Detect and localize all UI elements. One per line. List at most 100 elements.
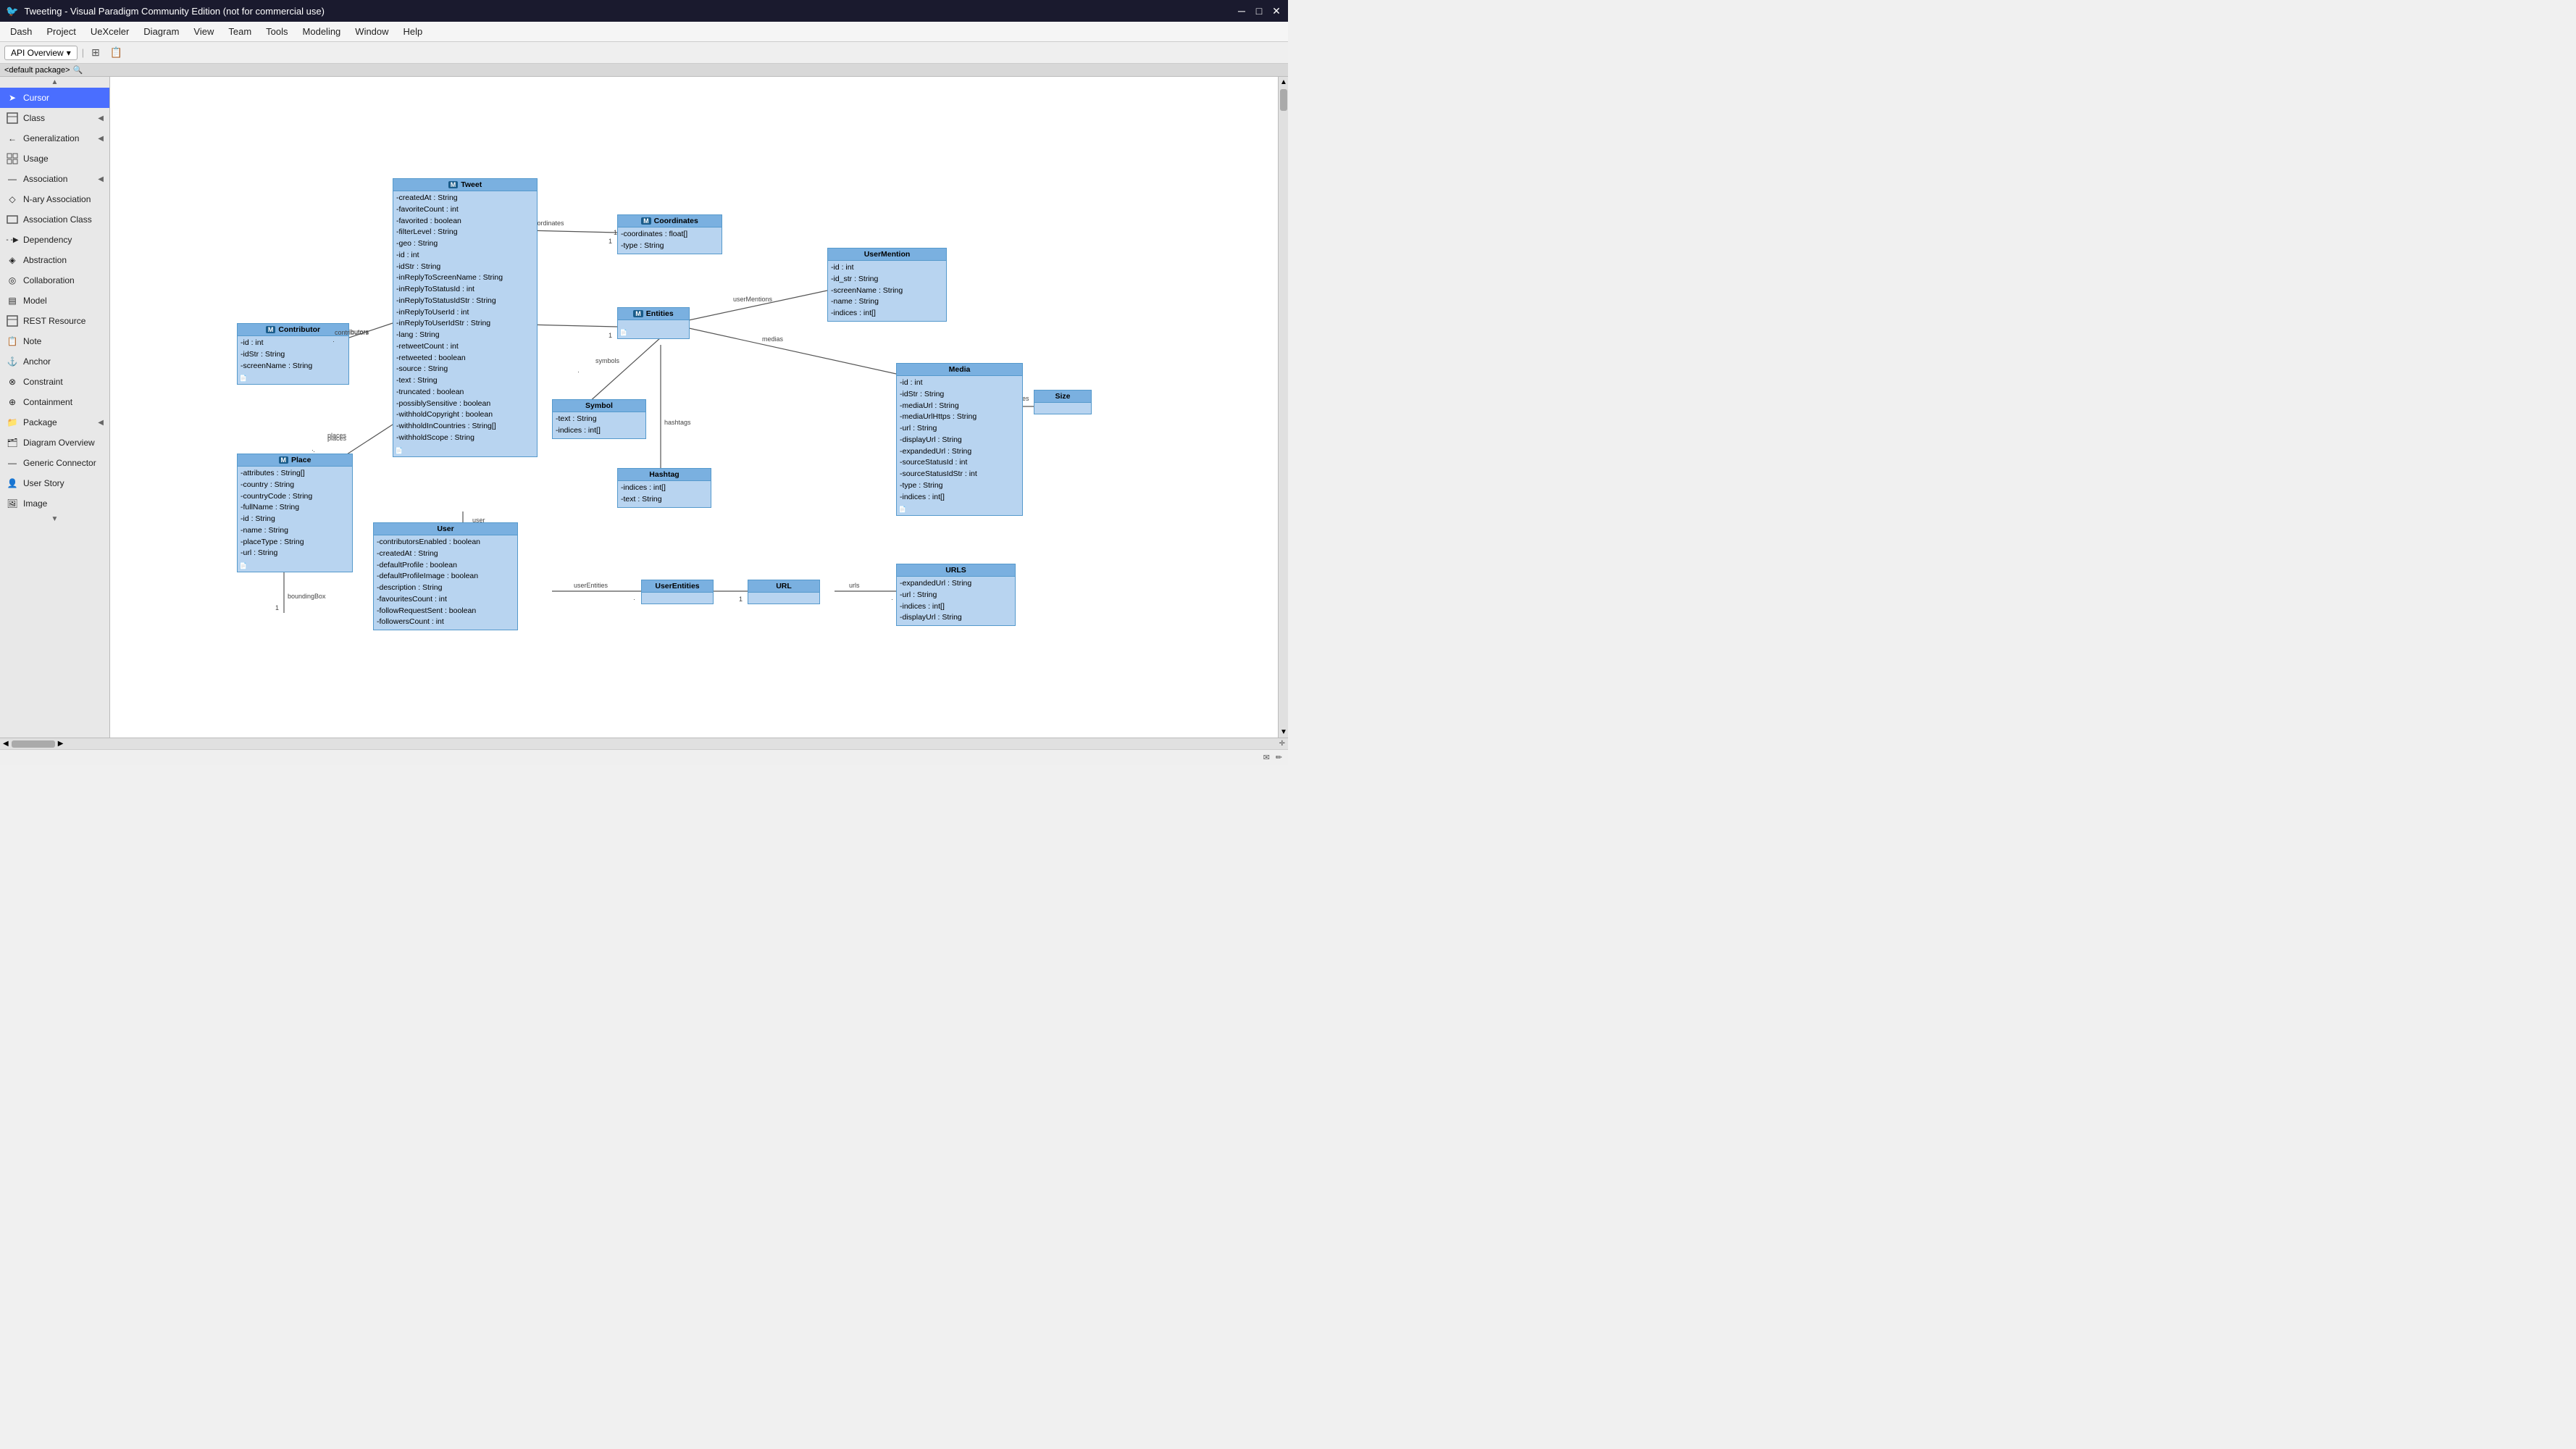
size-body (1034, 403, 1091, 414)
urls-body: -expandedUrl : String -url : String -ind… (897, 577, 1015, 625)
contributor-badge: M (266, 326, 276, 333)
sidebar-item-generalization[interactable]: ← Generalization ◀ (0, 128, 109, 149)
scrollbar-right[interactable]: ▲ ▼ (1278, 77, 1288, 738)
toolbar-icon-1[interactable]: ⊞ (88, 45, 103, 60)
scroll-up-button[interactable]: ▲ (1279, 77, 1288, 88)
diagram-overview-icon: 🗂 (6, 436, 19, 449)
horizontal-scrollbar[interactable]: ◀ ▶ ✛ (0, 738, 1288, 749)
model-icon: ▤ (6, 294, 19, 307)
status-email-icon[interactable]: ✉ (1263, 753, 1270, 762)
symbol-class[interactable]: Symbol -text : String -indices : int[] (552, 399, 646, 439)
api-overview-button[interactable]: API Overview ▾ (4, 46, 78, 60)
dropdown-icon: ▾ (67, 48, 71, 58)
entities-badge: M (633, 310, 643, 317)
canvas-area[interactable]: coordinates 1 entities 1 contributors · … (110, 77, 1288, 738)
sidebar-item-note[interactable]: 📋 Note (0, 331, 109, 351)
menu-uexceler[interactable]: UeXceler (83, 23, 136, 40)
tweet-class[interactable]: M Tweet -createdAt : String -favoriteCou… (393, 178, 538, 457)
entities-class[interactable]: M Entities 📄 (617, 307, 690, 339)
scroll-left-button[interactable]: ◀ (3, 740, 9, 748)
toolbar-icon-2[interactable]: 📋 (107, 45, 125, 60)
menu-tools[interactable]: Tools (259, 23, 295, 40)
status-edit-icon[interactable]: ✏ (1276, 753, 1282, 762)
place-body: -attributes : String[] -country : String… (238, 467, 352, 561)
sidebar-item-abstraction[interactable]: ◈ Abstraction (0, 250, 109, 270)
urls-class[interactable]: URLS -expandedUrl : String -url : String… (896, 564, 1016, 626)
sidebar-item-usage[interactable]: Usage (0, 149, 109, 169)
scroll-down-button[interactable]: ▼ (1279, 727, 1288, 738)
entities-note-icon: 📄 (618, 327, 689, 338)
nav-triangle-up[interactable]: ▲ (0, 77, 109, 88)
menu-diagram[interactable]: Diagram (136, 23, 186, 40)
url-body (748, 593, 819, 604)
size-class[interactable]: Size (1034, 390, 1092, 414)
menu-dash[interactable]: Dash (3, 23, 39, 40)
sidebar-item-containment[interactable]: ⊕ Containment (0, 392, 109, 412)
media-header: Media (897, 364, 1022, 376)
svg-text:·: · (577, 368, 580, 375)
sidebar-item-model[interactable]: ▤ Model (0, 291, 109, 311)
nary-icon: ◇ (6, 193, 19, 206)
nav-triangle-down[interactable]: ▼ (0, 514, 109, 525)
place-class[interactable]: M Place -attributes : String[] -country … (237, 454, 353, 572)
menu-view[interactable]: View (186, 23, 221, 40)
generic-connector-icon: — (6, 456, 19, 469)
statusbar: ✉ ✏ (0, 749, 1288, 765)
menu-help[interactable]: Help (396, 23, 430, 40)
user-class[interactable]: User -contributorsEnabled : boolean -cre… (373, 522, 518, 630)
scroll-right-button[interactable]: ▶ (58, 740, 64, 748)
sidebar-item-cursor[interactable]: ➤ Cursor (0, 88, 109, 108)
contributor-name: Contributor (278, 325, 320, 334)
sidebar-item-generic-connector[interactable]: — Generic Connector (0, 453, 109, 473)
sidebar-item-rest-resource[interactable]: REST Resource (0, 311, 109, 331)
hashtag-body: -indices : int[] -text : String (618, 481, 711, 507)
media-class[interactable]: Media -id : int -idStr : String -mediaUr… (896, 363, 1023, 516)
sidebar-item-collaboration[interactable]: ◎ Collaboration (0, 270, 109, 291)
titlebar: 🐦 Tweeting - Visual Paradigm Community E… (0, 0, 1288, 22)
svg-text:·: · (891, 596, 893, 603)
menu-team[interactable]: Team (221, 23, 259, 40)
hashtag-class[interactable]: Hashtag -indices : int[] -text : String (617, 468, 711, 508)
tweet-body: -createdAt : String -favoriteCount : int… (393, 191, 537, 446)
package-search-icon[interactable]: 🔍 (73, 65, 83, 75)
size-header: Size (1034, 391, 1091, 403)
menubar: Dash Project UeXceler Diagram View Team … (0, 22, 1288, 42)
coordinates-class[interactable]: M Coordinates -coordinates : float[] -ty… (617, 214, 722, 254)
sidebar-item-user-story[interactable]: 👤 User Story (0, 473, 109, 493)
usermention-class[interactable]: UserMention -id : int -id_str : String -… (827, 248, 947, 322)
sidebar-item-nary[interactable]: ◇ N-ary Association (0, 189, 109, 209)
image-icon: 🖼 (6, 497, 19, 510)
svg-text:1: 1 (609, 238, 612, 245)
sidebar-item-class[interactable]: Class ◀ (0, 108, 109, 128)
symbol-header: Symbol (553, 400, 645, 412)
close-button[interactable]: ✕ (1271, 5, 1282, 17)
tweet-header: M Tweet (393, 179, 537, 191)
place-note-icon: 📄 (238, 561, 352, 572)
scroll-thumb[interactable] (1280, 89, 1287, 111)
app-title: Tweeting - Visual Paradigm Community Edi… (24, 6, 324, 17)
url-class[interactable]: URL (748, 580, 820, 604)
sidebar-item-package[interactable]: 📁 Package ◀ (0, 412, 109, 433)
sidebar-item-association[interactable]: — Association ◀ (0, 169, 109, 189)
menu-project[interactable]: Project (39, 23, 83, 40)
place-header: M Place (238, 454, 352, 467)
user-header: User (374, 523, 517, 535)
sidebar-item-image[interactable]: 🖼 Image (0, 493, 109, 514)
user-story-icon: 👤 (6, 477, 19, 490)
hashtag-header: Hashtag (618, 469, 711, 481)
sidebar-item-assoc-class[interactable]: Association Class (0, 209, 109, 230)
dependency-label: Dependency (23, 235, 72, 245)
sidebar-item-dependency[interactable]: - -▶ Dependency (0, 230, 109, 250)
sidebar-item-diagram-overview[interactable]: 🗂 Diagram Overview (0, 433, 109, 453)
sidebar-item-anchor[interactable]: ⚓ Anchor (0, 351, 109, 372)
menu-window[interactable]: Window (348, 23, 396, 40)
userentities-class[interactable]: UserEntities (641, 580, 714, 604)
minimize-button[interactable]: ─ (1236, 5, 1247, 17)
h-scroll-thumb[interactable] (12, 740, 55, 748)
contributor-class[interactable]: M Contributor -id : int -idStr : String … (237, 323, 349, 385)
menu-modeling[interactable]: Modeling (296, 23, 348, 40)
pkg-arrow: ◀ (98, 419, 104, 427)
maximize-button[interactable]: □ (1253, 5, 1265, 17)
sidebar-item-constraint[interactable]: ⊗ Constraint (0, 372, 109, 392)
svg-text:hashtags: hashtags (664, 419, 691, 426)
